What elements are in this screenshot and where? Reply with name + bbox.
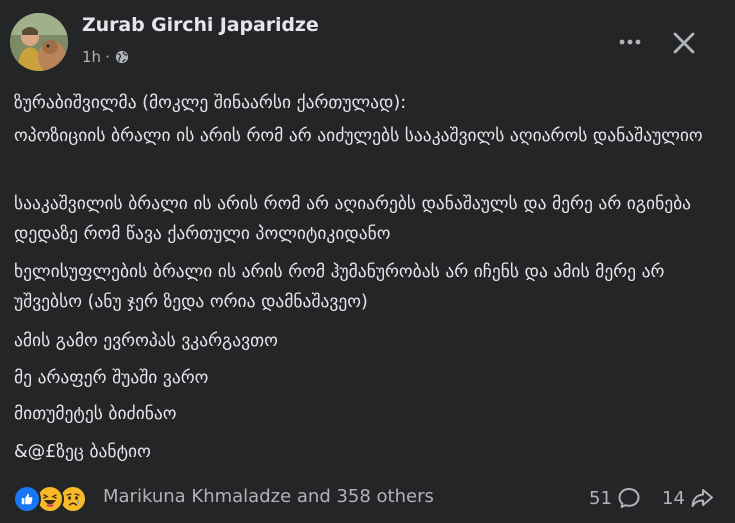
reactors-summary[interactable]: Marikuna Khmaladze and 358 others [103,486,434,507]
post-meta: 1h · [82,46,129,68]
post-paragraph: მე არაფერ შუაში ვარო [14,368,209,388]
more-options-icon [619,39,641,45]
like-icon [13,485,41,513]
post-footer: Marikuna Khmaladze and 358 others 51 14 [0,482,735,516]
close-button[interactable] [665,24,703,62]
post-paragraph: &@£ზეც ბანტიო [14,442,151,462]
comments-count-button[interactable]: 51 [589,486,641,510]
reaction-icons[interactable] [13,484,87,514]
close-icon [673,32,695,54]
post-paragraph: მითუმეტეს ბიძინაო [14,404,177,424]
more-options-button[interactable] [612,27,648,57]
meta-separator: · [105,48,110,66]
post-card: Zurab Girchi Japaridze 1h · ზურაბიშვილმა… [0,0,735,523]
author-name[interactable]: Zurab Girchi Japaridze [82,14,319,36]
shares-count-button[interactable]: 14 [662,486,714,510]
globe-icon[interactable] [115,50,129,64]
avatar[interactable] [10,13,68,71]
post-header: Zurab Girchi Japaridze 1h · [0,0,735,80]
avatar-image [10,13,68,71]
post-paragraph: ოპოზიციის ბრალი ის არის რომ არ აიძულებს … [14,126,703,146]
post-paragraph: სააკაშვილის ბრალი ის არის რომ არ აღიარებ… [14,194,692,244]
post-paragraph: ამის გამო ევროპას ვკარგავთო [14,331,278,351]
post-paragraph: ზურაბიშვილმა (მოკლე შინაარსი ქართულად): [14,93,407,113]
post-paragraph: ხელისუფლების ბრალი ის არის რომ ჰუმანურობ… [14,262,665,312]
comments-count: 51 [589,487,612,509]
post-time[interactable]: 1h [82,48,101,66]
shares-count: 14 [662,487,685,509]
share-icon [691,489,713,507]
comment-icon [618,488,640,508]
